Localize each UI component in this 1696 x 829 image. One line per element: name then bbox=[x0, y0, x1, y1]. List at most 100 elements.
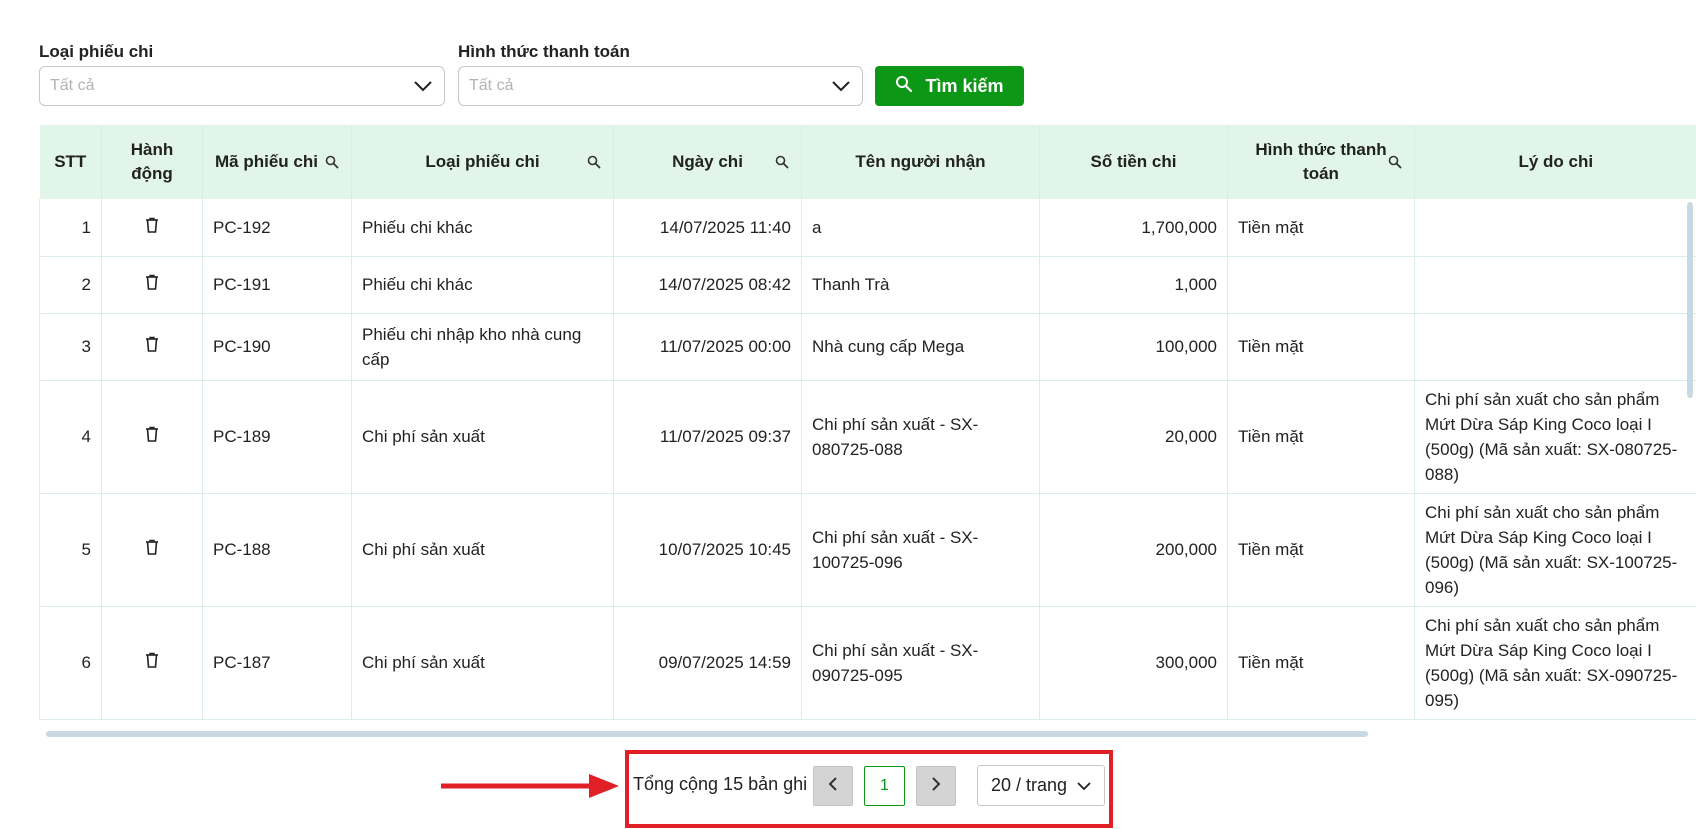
trash-icon[interactable] bbox=[145, 539, 159, 559]
payment-method-select[interactable]: Tất cả bbox=[458, 66, 863, 106]
expense-type-value: Tất cả bbox=[50, 77, 95, 94]
chevron-right-icon bbox=[931, 776, 941, 796]
row-type: Chi phí sản xuất bbox=[351, 606, 614, 720]
row-date: 11/07/2025 09:37 bbox=[613, 380, 802, 494]
table-row[interactable]: 1 PC-192 Phiếu chi khác 14/07/2025 11:40 a 1,… bbox=[39, 199, 1696, 257]
row-recipient: Chi phí sản xuất - SX-100725-096 bbox=[801, 493, 1040, 607]
row-date: 11/07/2025 00:00 bbox=[613, 313, 802, 381]
header-stt: STT bbox=[39, 125, 102, 199]
row-reason: Chi phí sản xuất cho sản phẩm Mứt Dừa Sá… bbox=[1414, 606, 1696, 720]
header-code: Mã phiếu chi bbox=[202, 125, 352, 199]
vertical-scrollbar-thumb[interactable] bbox=[1687, 202, 1693, 398]
header-action: Hành động bbox=[101, 125, 203, 199]
row-payment: Tiền mặt bbox=[1227, 199, 1415, 257]
horizontal-scrollbar[interactable] bbox=[46, 731, 1368, 737]
header-type: Loại phiếu chi bbox=[351, 125, 614, 199]
row-reason: Chi phí sản xuất cho sản phẩm Mứt Dừa Sá… bbox=[1414, 380, 1696, 494]
row-payment: Tiền mặt bbox=[1227, 313, 1415, 381]
table-row[interactable]: 4 PC-189 Chi phí sản xuất 11/07/2025 09:37 C… bbox=[39, 380, 1696, 494]
row-stt: 4 bbox=[39, 380, 102, 494]
header-amount: Số tiền chi bbox=[1039, 125, 1228, 199]
page-size-value: 20 / trang bbox=[990, 775, 1068, 795]
search-button[interactable]: Tìm kiếm bbox=[875, 66, 1024, 106]
pagination-total: Tổng cộng 15 bản ghi bbox=[633, 774, 808, 794]
expense-type-label: Loại phiếu chi bbox=[39, 42, 154, 61]
row-payment bbox=[1227, 256, 1415, 314]
row-stt: 2 bbox=[39, 256, 102, 314]
payment-method-label: Hình thức thanh toán bbox=[458, 42, 630, 61]
page-size-select[interactable]: 20 / trang bbox=[977, 765, 1105, 806]
table-row[interactable]: 3 PC-190 Phiếu chi nhập kho nhà cung cấp 11… bbox=[39, 313, 1696, 381]
row-stt: 6 bbox=[39, 606, 102, 720]
expense-table: STT Hành động Mã phiếu chi Loại phiếu ch… bbox=[39, 125, 1696, 720]
row-reason bbox=[1414, 313, 1696, 381]
next-page-button[interactable] bbox=[916, 766, 956, 806]
trash-icon[interactable] bbox=[145, 426, 159, 446]
header-payment: Hình thức thanh toán bbox=[1227, 125, 1415, 199]
header-recipient: Tên người nhận bbox=[801, 125, 1040, 199]
vertical-scrollbar[interactable] bbox=[1684, 196, 1696, 741]
row-reason bbox=[1414, 199, 1696, 257]
row-type: Phiếu chi nhập kho nhà cung cấp bbox=[351, 313, 614, 381]
row-code: PC-189 bbox=[202, 380, 352, 494]
row-reason: Chi phí sản xuất cho sản phẩm Mứt Dừa Sá… bbox=[1414, 493, 1696, 607]
row-type: Phiếu chi khác bbox=[351, 256, 614, 314]
search-icon[interactable] bbox=[775, 155, 789, 169]
row-code: PC-192 bbox=[202, 199, 352, 257]
row-recipient: Thanh Trà bbox=[801, 256, 1040, 314]
search-icon bbox=[895, 75, 913, 98]
table-row[interactable]: 5 PC-188 Chi phí sản xuất 10/07/2025 10:45 C… bbox=[39, 493, 1696, 607]
row-action bbox=[101, 313, 203, 381]
trash-icon[interactable] bbox=[145, 217, 159, 237]
row-recipient: Chi phí sản xuất - SX-090725-095 bbox=[801, 606, 1040, 720]
row-action bbox=[101, 256, 203, 314]
search-icon[interactable] bbox=[1388, 155, 1402, 169]
expense-table-container: STT Hành động Mã phiếu chi Loại phiếu ch… bbox=[39, 125, 1696, 723]
row-amount: 300,000 bbox=[1039, 606, 1228, 720]
row-date: 09/07/2025 14:59 bbox=[613, 606, 802, 720]
row-type: Phiếu chi khác bbox=[351, 199, 614, 257]
current-page[interactable]: 1 bbox=[864, 766, 905, 806]
chevron-down-icon bbox=[830, 75, 852, 97]
table-row[interactable]: 2 PC-191 Phiếu chi khác 14/07/2025 08:42 Tha… bbox=[39, 256, 1696, 314]
row-code: PC-187 bbox=[202, 606, 352, 720]
trash-icon[interactable] bbox=[145, 336, 159, 356]
row-amount: 100,000 bbox=[1039, 313, 1228, 381]
table-row[interactable]: 6 PC-187 Chi phí sản xuất 09/07/2025 14:59 C… bbox=[39, 606, 1696, 720]
row-date: 14/07/2025 11:40 bbox=[613, 199, 802, 257]
row-date: 10/07/2025 10:45 bbox=[613, 493, 802, 607]
prev-page-button[interactable] bbox=[813, 766, 853, 806]
row-type: Chi phí sản xuất bbox=[351, 493, 614, 607]
header-reason: Lý do chi bbox=[1414, 125, 1696, 199]
row-payment: Tiền mặt bbox=[1227, 380, 1415, 494]
row-stt: 5 bbox=[39, 493, 102, 607]
row-date: 14/07/2025 08:42 bbox=[613, 256, 802, 314]
trash-icon[interactable] bbox=[145, 274, 159, 294]
row-code: PC-191 bbox=[202, 256, 352, 314]
row-payment: Tiền mặt bbox=[1227, 606, 1415, 720]
row-stt: 3 bbox=[39, 313, 102, 381]
row-action bbox=[101, 606, 203, 720]
search-button-label: Tìm kiếm bbox=[925, 75, 1004, 96]
row-recipient: a bbox=[801, 199, 1040, 257]
row-stt: 1 bbox=[39, 199, 102, 257]
row-action bbox=[101, 199, 203, 257]
row-recipient: Chi phí sản xuất - SX-080725-088 bbox=[801, 380, 1040, 494]
chevron-left-icon bbox=[828, 776, 838, 796]
table-header-row: STT Hành động Mã phiếu chi Loại phiếu ch… bbox=[39, 125, 1696, 199]
search-icon[interactable] bbox=[325, 155, 339, 169]
trash-icon[interactable] bbox=[145, 652, 159, 672]
row-amount: 20,000 bbox=[1039, 380, 1228, 494]
row-payment: Tiền mặt bbox=[1227, 493, 1415, 607]
chevron-down-icon bbox=[1077, 775, 1091, 796]
row-action bbox=[101, 380, 203, 494]
payment-method-value: Tất cả bbox=[469, 77, 514, 94]
search-icon[interactable] bbox=[587, 155, 601, 169]
row-amount: 200,000 bbox=[1039, 493, 1228, 607]
row-code: PC-190 bbox=[202, 313, 352, 381]
row-action bbox=[101, 493, 203, 607]
expense-type-select[interactable]: Tất cả bbox=[39, 66, 445, 106]
chevron-down-icon bbox=[412, 75, 434, 97]
header-date: Ngày chi bbox=[613, 125, 802, 199]
row-amount: 1,700,000 bbox=[1039, 199, 1228, 257]
